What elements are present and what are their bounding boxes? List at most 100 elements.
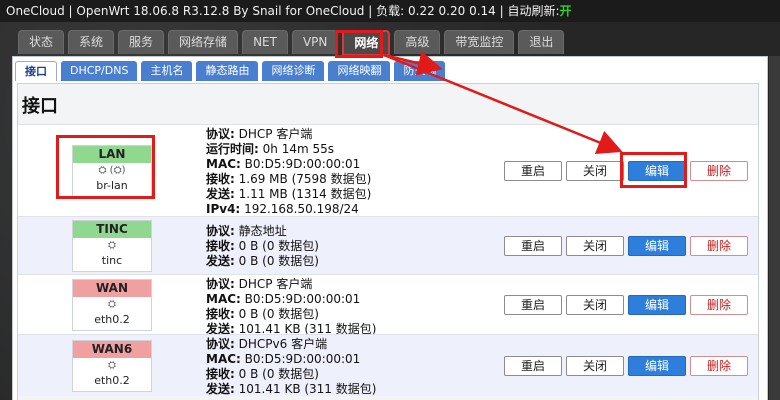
info-value: B0:D5:9D:00:00:01 <box>244 157 361 171</box>
interface-name: TINC <box>73 221 151 238</box>
stop-button[interactable]: 关闭 <box>566 356 624 376</box>
interface-info: 协议: DHCPv6 客户端 MAC: B0:D5:9D:00:00:01 接收: … <box>206 337 376 397</box>
info-line: 运行时间: 0h 14m 55s <box>206 142 371 157</box>
info-line: 接收: 0 B (0 数据包) <box>206 367 376 382</box>
main-tab-4[interactable]: NET <box>242 30 288 54</box>
firmware-version: OpenWrt 18.06.8 R3.12.8 By Snail for One… <box>76 4 365 18</box>
info-line: 协议: DHCP 客户端 <box>206 127 371 142</box>
restart-button[interactable]: 重启 <box>504 161 562 181</box>
content-panel: 接口 DHCP/DNS 主机名 静态路由 网络诊断 网络映翻 防火墙 接口 LAN ⛭ (⛭)… <box>12 56 768 400</box>
info-line: 发送: 1.11 MB (1314 数据包) <box>206 187 371 202</box>
info-line: 协议: DHCPv6 客户端 <box>206 337 376 352</box>
interface-row: WAN ⛭ eth0.2 协议: DHCP 客户端 MAC: B0:D5:9D:00:0… <box>18 274 758 337</box>
interface-name: LAN <box>73 146 151 163</box>
main-tab-6[interactable]: 网络 <box>342 30 391 56</box>
page-title: 接口 <box>22 96 58 117</box>
host-name: OneCloud <box>6 4 65 18</box>
info-key: MAC: <box>206 352 241 366</box>
sub-navigation: 接口 DHCP/DNS 主机名 静态路由 网络诊断 网络映翻 防火墙 <box>15 61 449 83</box>
interface-actions: 重启 关闭 编辑 删除 <box>504 356 752 376</box>
info-key: 接收: <box>206 307 235 321</box>
interface-row: TINC ⛭ tinc 协议: 静态地址 接收: 0 B (0 数据包) 发送: 0 B … <box>18 216 758 274</box>
interfaces-section: 接口 LAN ⛭ (⛭) br-lan 协议: DHCP 客户端 运行时间: 0h 14… <box>17 83 759 400</box>
info-key: 接收: <box>206 172 235 186</box>
interface-info: 协议: DHCP 客户端 MAC: B0:D5:9D:00:00:01 接收: 0 … <box>206 277 376 337</box>
interface-info: 协议: DHCP 客户端 运行时间: 0h 14m 55s MAC: B0:D5:9… <box>206 127 371 217</box>
edit-button[interactable]: 编辑 <box>628 295 686 315</box>
delete-button[interactable]: 删除 <box>690 295 748 315</box>
stop-button[interactable]: 关闭 <box>566 236 624 256</box>
info-value: B0:D5:9D:00:00:01 <box>244 292 361 306</box>
main-tab-7[interactable]: 高级 <box>394 30 441 54</box>
edit-button[interactable]: 编辑 <box>628 236 686 256</box>
edit-button[interactable]: 编辑 <box>628 356 686 376</box>
autorefresh-label: 自动刷新: <box>507 4 560 18</box>
info-key: MAC: <box>206 292 241 306</box>
autorefresh-toggle[interactable]: 开 <box>560 4 572 18</box>
stop-button[interactable]: 关闭 <box>566 161 624 181</box>
interface-badge: WAN6 ⛭ eth0.2 <box>72 340 152 392</box>
stop-button[interactable]: 关闭 <box>566 295 624 315</box>
load-label: 负载: <box>376 4 405 18</box>
info-key: MAC: <box>206 157 241 171</box>
info-key: 接收: <box>206 239 235 253</box>
interface-name: WAN6 <box>73 341 151 358</box>
delete-button[interactable]: 删除 <box>690 236 748 256</box>
info-key: 运行时间: <box>206 142 259 156</box>
main-tab-3[interactable]: 网络存储 <box>168 30 239 54</box>
info-line: MAC: B0:D5:9D:00:00:01 <box>206 157 371 172</box>
interface-badge: LAN ⛭ (⛭) br-lan <box>72 145 152 197</box>
delete-button[interactable]: 删除 <box>690 161 748 181</box>
info-value: B0:D5:9D:00:00:01 <box>244 352 361 366</box>
interface-badge: TINC ⛭ tinc <box>72 220 152 272</box>
sub-tab-5[interactable]: 网络映翻 <box>328 61 391 81</box>
main-tab-9[interactable]: 退出 <box>518 30 565 54</box>
interface-row: WAN6 ⛭ eth0.2 协议: DHCPv6 客户端 MAC: B0:D5:9D:0… <box>18 334 758 396</box>
interface-device: eth0.2 <box>94 313 130 326</box>
info-line: MAC: B0:D5:9D:00:00:01 <box>206 292 376 307</box>
load-values: 0.22 0.20 0.14 <box>408 4 496 18</box>
scrollbar[interactable] <box>769 56 780 400</box>
main-tab-8[interactable]: 带宽监控 <box>444 30 515 54</box>
info-line: MAC: B0:D5:9D:00:00:01 <box>206 352 376 367</box>
info-value: 0 B (0 数据包) <box>238 254 319 268</box>
info-key: 协议: <box>206 127 235 141</box>
sub-tab-4[interactable]: 网络诊断 <box>262 61 325 81</box>
status-bar: OneCloud | OpenWrt 18.06.8 R3.12.8 By Sn… <box>0 0 780 22</box>
interface-info: 协议: 静态地址 接收: 0 B (0 数据包) 发送: 0 B (0 数据包) <box>206 224 319 269</box>
main-tab-0[interactable]: 状态 <box>18 30 65 54</box>
main-tab-5[interactable]: VPN <box>291 30 339 54</box>
info-key: 协议: <box>206 337 235 351</box>
sub-tab-3[interactable]: 静态路由 <box>196 61 259 81</box>
network-device-icon: ⛭ <box>108 360 116 371</box>
restart-button[interactable]: 重启 <box>504 236 562 256</box>
info-line: 接收: 1.69 MB (7598 数据包) <box>206 172 371 187</box>
info-key: 接收: <box>206 367 235 381</box>
sub-tab-1[interactable]: DHCP/DNS <box>61 61 138 81</box>
main-tab-1[interactable]: 系统 <box>68 30 115 54</box>
sub-tab-2[interactable]: 主机名 <box>141 61 193 81</box>
main-tab-2[interactable]: 服务 <box>118 30 165 54</box>
restart-button[interactable]: 重启 <box>504 295 562 315</box>
interface-actions: 重启 关闭 编辑 删除 <box>504 236 752 256</box>
info-value: DHCP 客户端 <box>238 127 313 141</box>
info-key: 协议: <box>206 224 235 238</box>
info-key: IPv4: <box>206 202 241 216</box>
info-line: 协议: 静态地址 <box>206 224 319 239</box>
interface-row: LAN ⛭ (⛭) br-lan 协议: DHCP 客户端 运行时间: 0h 14m 5… <box>18 124 758 216</box>
info-value: 1.69 MB (7598 数据包) <box>238 172 372 186</box>
delete-button[interactable]: 删除 <box>690 356 748 376</box>
info-line: 发送: 101.41 KB (311 数据包) <box>206 382 376 397</box>
info-value: 0 B (0 数据包) <box>238 307 319 321</box>
info-value: 1.11 MB (1314 数据包) <box>238 187 372 201</box>
info-key: 发送: <box>206 254 235 268</box>
info-line: 发送: 0 B (0 数据包) <box>206 254 319 269</box>
info-value: DHCP 客户端 <box>238 277 313 291</box>
sub-tab-6[interactable]: 防火墙 <box>394 61 446 81</box>
network-device-icon: ⛭ <box>108 299 116 310</box>
sub-tab-0[interactable]: 接口 <box>15 61 57 81</box>
edit-button[interactable]: 编辑 <box>628 161 686 181</box>
info-line: 接收: 0 B (0 数据包) <box>206 307 376 322</box>
interface-actions: 重启 关闭 编辑 删除 <box>504 161 752 181</box>
restart-button[interactable]: 重启 <box>504 356 562 376</box>
